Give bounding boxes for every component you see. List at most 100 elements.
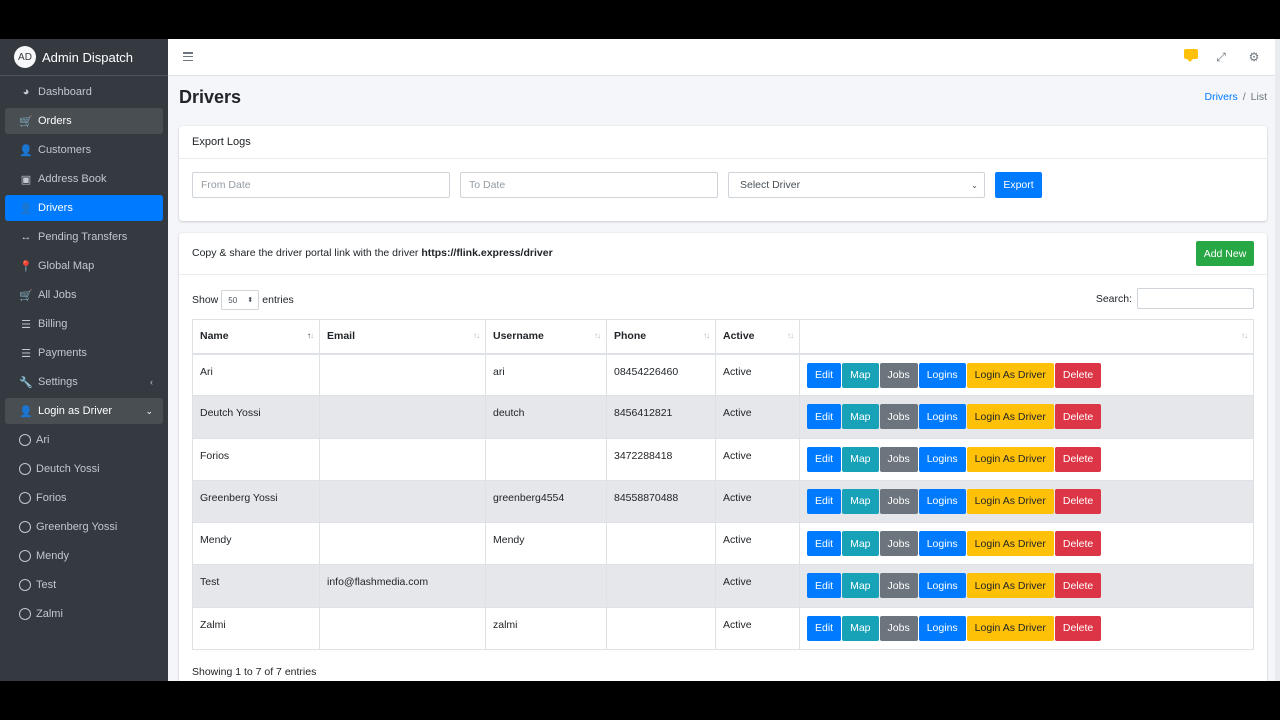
logins-button[interactable]: Logins [918,531,966,557]
breadcrumb-separator: / [1242,91,1246,103]
hamburger-menu-icon[interactable] [183,52,193,62]
map-button[interactable]: Map [842,362,879,388]
column-header-phone[interactable]: Phone ↑↓ [606,319,716,355]
jobs-button[interactable]: Jobs [879,446,918,472]
sidebar-item-drivers[interactable]: 👤 Drivers [5,195,163,221]
fullscreen-icon[interactable]: ⤢ [1214,50,1228,64]
map-button[interactable]: Map [842,404,879,430]
brand[interactable]: AD Admin Dispatch [0,39,168,76]
cell-phone: 84558870488 [606,479,716,524]
column-header-actions[interactable]: ↑↓ [799,319,1254,355]
logins-button[interactable]: Logins [918,362,966,388]
jobs-button[interactable]: Jobs [879,362,918,388]
delete-button[interactable]: Delete [1054,615,1102,641]
logins-button[interactable]: Logins [918,404,966,430]
login-as-driver-button[interactable]: Login As Driver [966,404,1054,430]
map-button[interactable]: Map [842,615,879,641]
sidebar-subitem-driver[interactable]: Test [5,572,163,598]
logins-button[interactable]: Logins [918,488,966,514]
delete-button[interactable]: Delete [1054,531,1102,557]
sidebar-subitem-driver[interactable]: Deutch Yossi [5,456,163,482]
drivers-list-card: Copy & share the driver portal link with… [179,233,1267,681]
sidebar-item-orders[interactable]: 🛒 Orders [5,108,163,134]
delete-button[interactable]: Delete [1054,362,1102,388]
map-button[interactable]: Map [842,573,879,599]
map-button[interactable]: Map [842,446,879,472]
settings-cog-icon[interactable]: ⚙ [1247,50,1261,64]
page-scrollbar[interactable] [1275,39,1280,681]
driver-select-value: Select Driver [740,179,801,191]
logins-button[interactable]: Logins [918,615,966,641]
sidebar-item-global-map[interactable]: 📍 Global Map [5,253,163,279]
sidebar-item-all-jobs[interactable]: 🛒 All Jobs [5,282,163,308]
map-button[interactable]: Map [842,488,879,514]
sidebar-item-billing[interactable]: ☰ Billing [5,311,163,337]
sidebar-item-address-book[interactable]: ▣ Address Book [5,166,163,192]
sort-icon: ↑↓ [594,331,601,340]
sidebar-subitem-driver[interactable]: Greenberg Yossi [5,514,163,540]
jobs-button[interactable]: Jobs [879,488,918,514]
sidebar-subitem-label: Test [36,579,57,591]
cell-email [319,437,486,481]
sidebar-item-payments[interactable]: ☰ Payments [5,340,163,366]
login-as-driver-button[interactable]: Login As Driver [966,362,1054,388]
sidebar-subitem-driver[interactable]: Zalmi [5,601,163,627]
login-as-driver-button[interactable]: Login As Driver [966,531,1054,557]
user-icon: 👤 [19,405,33,418]
sidebar-subitem-driver[interactable]: Forios [5,485,163,511]
circle-icon [19,434,31,446]
jobs-button[interactable]: Jobs [879,615,918,641]
page-length-select[interactable]: 50 ⬍ [221,290,260,310]
edit-button[interactable]: Edit [807,362,842,388]
login-as-driver-button[interactable]: Login As Driver [966,446,1054,472]
column-header-username[interactable]: Username ↑↓ [485,319,607,355]
add-new-button[interactable]: Add New [1196,241,1254,266]
column-header-active[interactable]: Active ↑↓ [715,319,800,355]
sidebar-item-label: Address Book [38,173,107,185]
driver-portal-link[interactable]: https://flink.express/driver [421,247,552,259]
sidebar-subitem-driver[interactable]: Mendy [5,543,163,569]
edit-button[interactable]: Edit [807,615,842,641]
table-row: Forios 3472288418 Active Edit Map Jobs Logi… [192,437,1254,481]
cell-actions: Edit Map Jobs Logins Login As Driver Delete [799,395,1254,439]
map-button[interactable]: Map [842,531,879,557]
jobs-button[interactable]: Jobs [879,404,918,430]
delete-button[interactable]: Delete [1054,446,1102,472]
edit-button[interactable]: Edit [807,573,842,599]
sidebar-item-pending-transfers[interactable]: ↔ Pending Transfers [5,224,163,250]
sidebar-item-dashboard[interactable]: ◕ Dashboard [5,79,163,105]
column-header-label: Phone [614,330,647,343]
delete-button[interactable]: Delete [1054,404,1102,430]
column-header-name[interactable]: Name ↑↓ [192,319,320,355]
edit-button[interactable]: Edit [807,446,842,472]
sidebar-item-label: Orders [38,115,72,127]
sidebar-item-login-as-driver[interactable]: 👤 Login as Driver ⌄ [5,398,163,424]
edit-button[interactable]: Edit [807,531,842,557]
column-header-email[interactable]: Email ↑↓ [319,319,486,355]
messages-icon[interactable] [1184,49,1198,62]
export-button[interactable]: Export [995,172,1042,198]
logins-button[interactable]: Logins [918,573,966,599]
login-as-driver-button[interactable]: Login As Driver [966,573,1054,599]
driver-select[interactable]: Select Driver ⌄ [728,172,985,198]
edit-button[interactable]: Edit [807,404,842,430]
search-input[interactable] [1137,288,1254,309]
sidebar-item-settings[interactable]: 🔧 Settings ‹ [5,369,163,395]
to-date-input[interactable]: To Date [460,172,718,198]
logins-button[interactable]: Logins [918,446,966,472]
delete-button[interactable]: Delete [1054,573,1102,599]
sidebar-subitem-driver[interactable]: Ari [5,427,163,453]
sidebar-item-customers[interactable]: 👤 Customers [5,137,163,163]
login-as-driver-button[interactable]: Login As Driver [966,488,1054,514]
cell-username [485,437,607,481]
delete-button[interactable]: Delete [1054,488,1102,514]
table-info: Showing 1 to 7 of 7 entries [192,666,317,678]
table-body: Ari ari 08454226460 Active Edit Map Jobs Lo… [192,352,1254,651]
edit-button[interactable]: Edit [807,488,842,514]
from-date-input[interactable]: From Date [192,172,450,198]
jobs-button[interactable]: Jobs [879,531,918,557]
sidebar-subitem-label: Deutch Yossi [36,463,100,475]
jobs-button[interactable]: Jobs [879,573,918,599]
login-as-driver-button[interactable]: Login As Driver [966,615,1054,641]
breadcrumb-drivers-link[interactable]: Drivers [1204,91,1237,103]
